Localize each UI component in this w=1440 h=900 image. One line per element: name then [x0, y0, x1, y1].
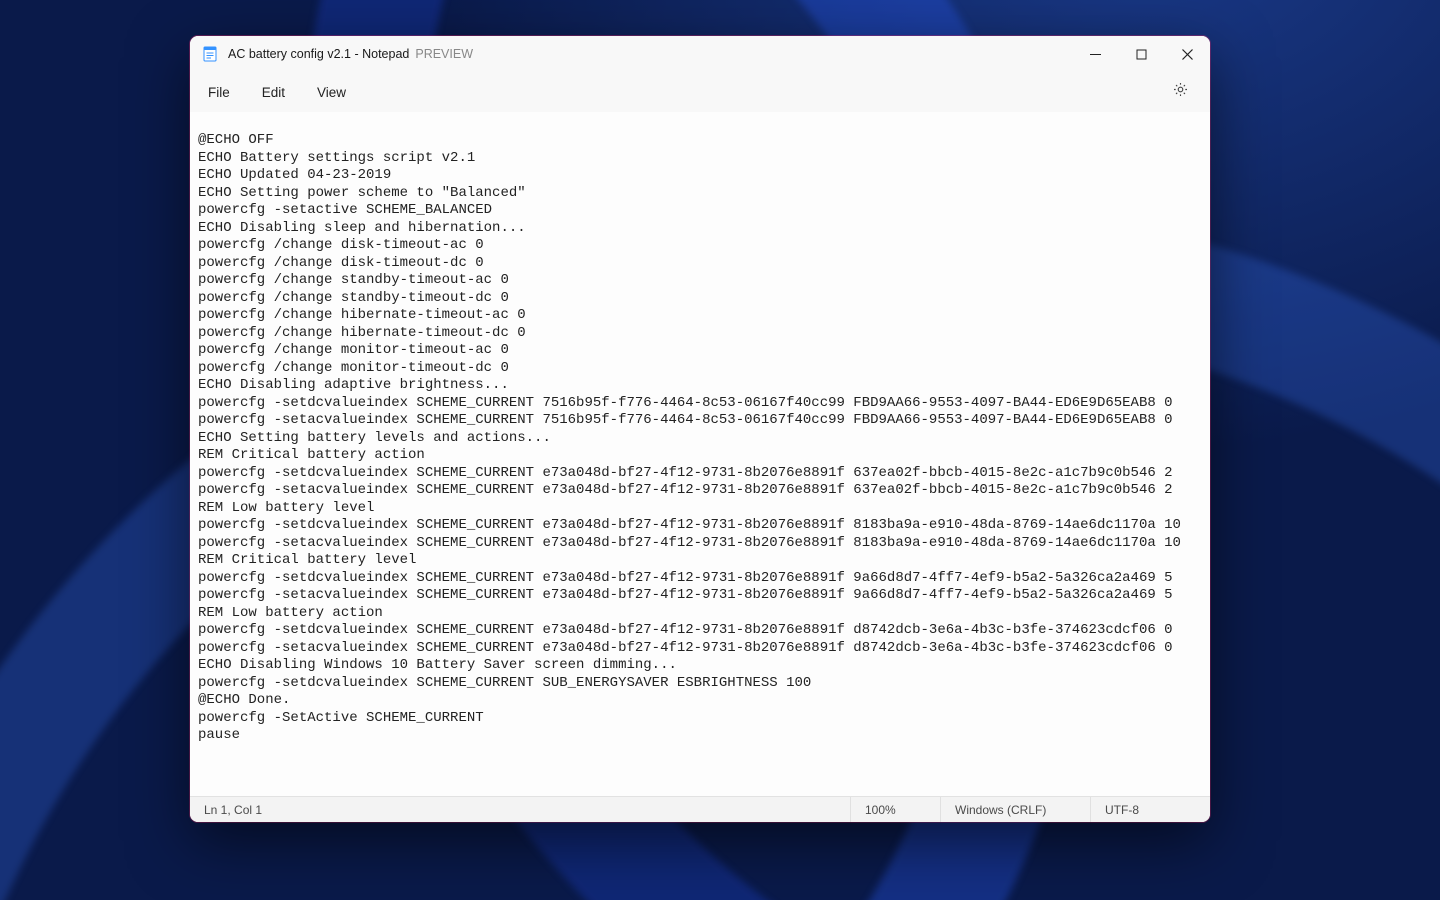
menu-view[interactable]: View: [305, 79, 358, 106]
menubar: File Edit View: [190, 72, 1210, 112]
close-button[interactable]: [1164, 36, 1210, 72]
statusbar: Ln 1, Col 1 100% Windows (CRLF) UTF-8: [190, 796, 1210, 822]
text-editor[interactable]: @ECHO OFF ECHO Battery settings script v…: [190, 112, 1210, 796]
status-line-ending: Windows (CRLF): [940, 797, 1090, 822]
document-content[interactable]: @ECHO OFF ECHO Battery settings script v…: [198, 132, 1202, 745]
status-encoding: UTF-8: [1090, 797, 1210, 822]
menu-file[interactable]: File: [196, 79, 242, 106]
gear-icon: [1172, 81, 1189, 103]
status-cursor-position: Ln 1, Col 1: [190, 797, 850, 822]
menu-edit[interactable]: Edit: [250, 79, 297, 106]
notepad-app-icon: [202, 46, 218, 62]
maximize-button[interactable]: [1118, 36, 1164, 72]
titlebar[interactable]: AC battery config v2.1 - Notepad PREVIEW: [190, 36, 1210, 72]
notepad-window: AC battery config v2.1 - Notepad PREVIEW…: [190, 36, 1210, 822]
status-zoom: 100%: [850, 797, 940, 822]
settings-button[interactable]: [1162, 74, 1198, 110]
minimize-button[interactable]: [1072, 36, 1118, 72]
preview-badge: PREVIEW: [415, 47, 473, 61]
window-title: AC battery config v2.1 - Notepad: [228, 47, 409, 61]
